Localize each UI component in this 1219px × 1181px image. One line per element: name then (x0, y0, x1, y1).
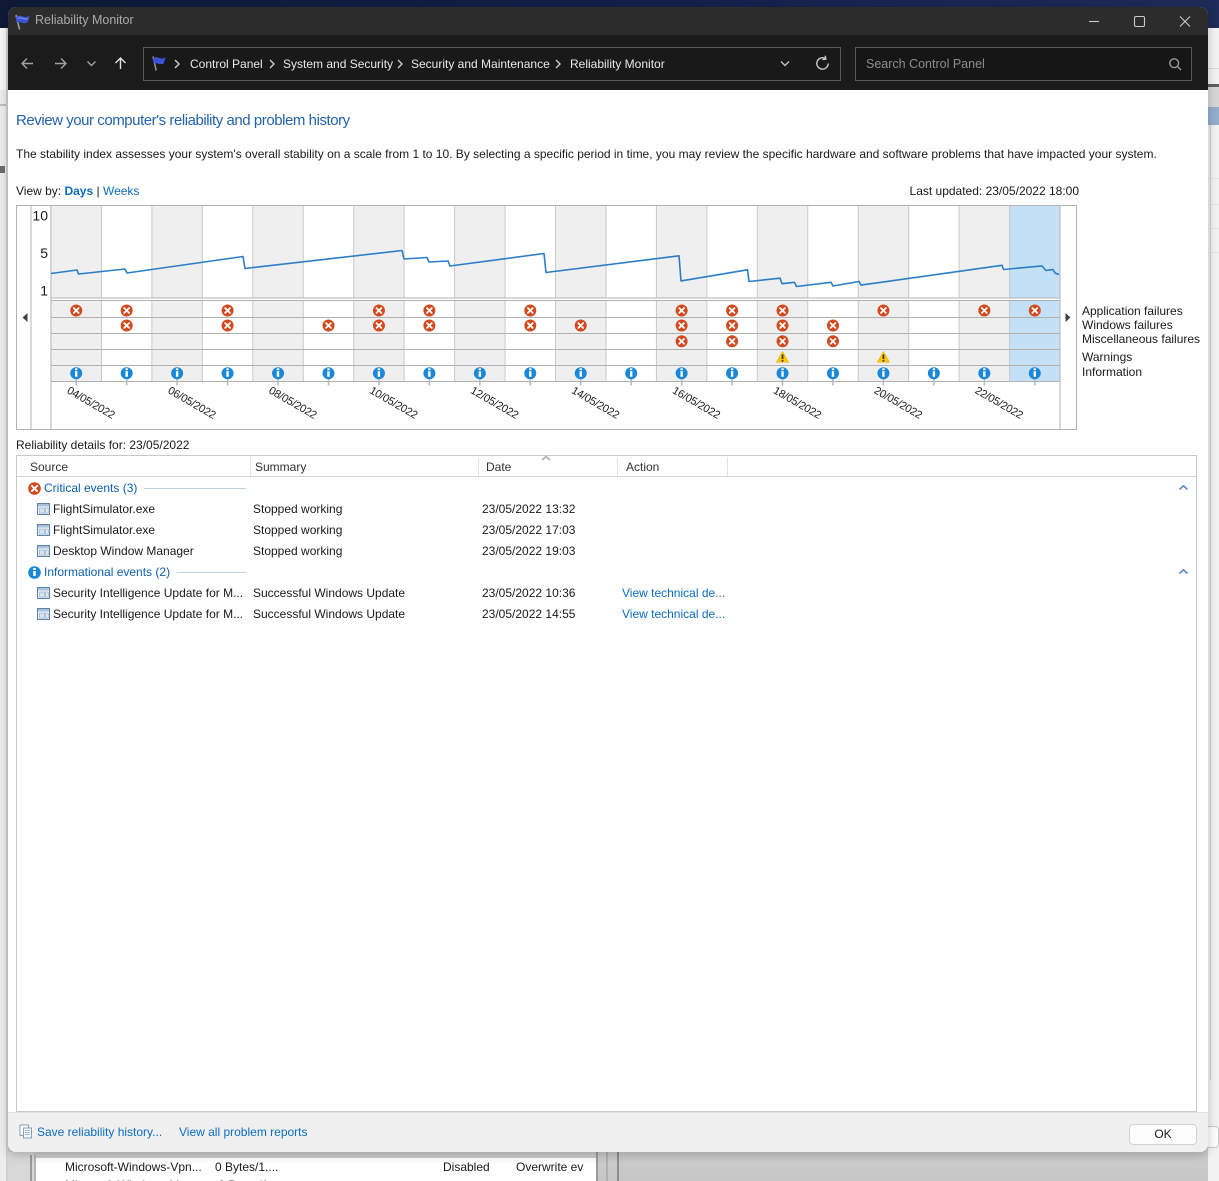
svg-text:20/05/2022: 20/05/2022 (872, 384, 924, 421)
svg-text:22/05/2022: 22/05/2022 (973, 384, 1025, 421)
svg-text:10/05/2022: 10/05/2022 (367, 384, 419, 421)
svg-text:04/05/2022: 04/05/2022 (65, 384, 117, 421)
svg-text:12/05/2022: 12/05/2022 (468, 384, 520, 421)
svg-text:5: 5 (40, 245, 48, 261)
svg-text:14/05/2022: 14/05/2022 (569, 384, 621, 421)
svg-text:18/05/2022: 18/05/2022 (771, 384, 823, 421)
svg-text:10: 10 (32, 207, 48, 223)
svg-text:16/05/2022: 16/05/2022 (670, 384, 722, 421)
svg-text:06/05/2022: 06/05/2022 (166, 384, 218, 421)
svg-text:1: 1 (40, 282, 48, 298)
svg-text:08/05/2022: 08/05/2022 (267, 384, 319, 421)
